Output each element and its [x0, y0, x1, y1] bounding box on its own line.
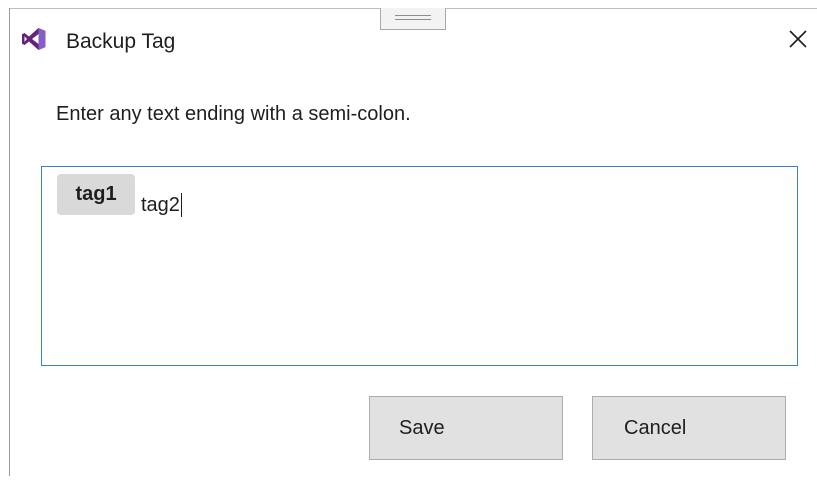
dialog-title: Backup Tag: [66, 30, 176, 53]
window-left-border: [9, 8, 10, 476]
resize-grip-icon[interactable]: [380, 8, 446, 30]
cancel-button[interactable]: Cancel: [592, 396, 786, 460]
text-caret: [180, 193, 182, 217]
tag-chip[interactable]: tag1: [57, 174, 135, 215]
tag-text-entry[interactable]: tag2: [141, 193, 182, 217]
tag-current-text: tag2: [141, 194, 180, 216]
tag-input-field[interactable]: tag1 tag2: [41, 166, 798, 366]
save-button[interactable]: Save: [369, 396, 563, 460]
backup-tag-dialog: Backup Tag Enter any text ending with a …: [0, 0, 817, 481]
instruction-text: Enter any text ending with a semi-colon.: [56, 103, 411, 125]
visual-studio-icon: [22, 28, 46, 50]
close-icon[interactable]: [785, 26, 811, 52]
